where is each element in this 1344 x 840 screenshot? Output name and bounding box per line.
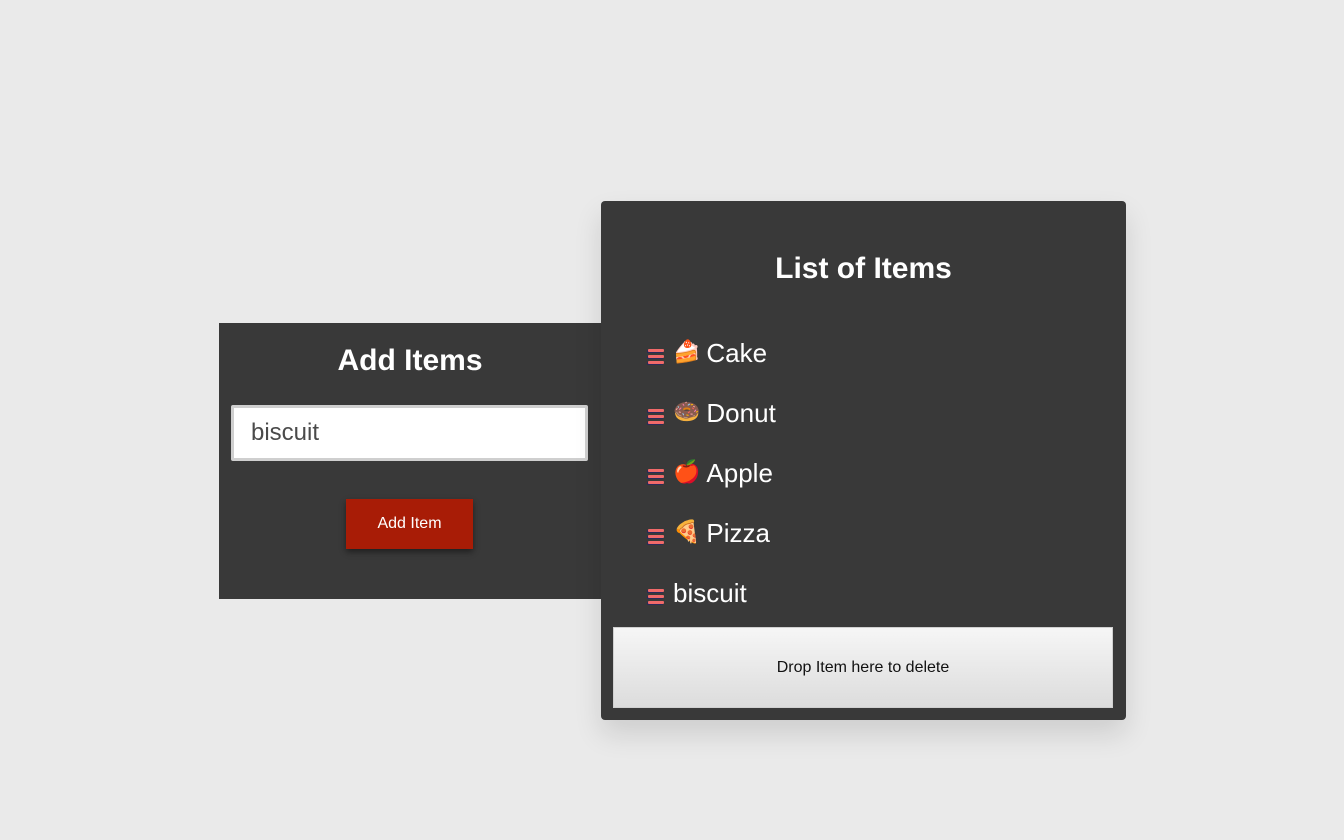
delete-zone-label: Drop Item here to delete — [776, 658, 950, 676]
list-item-label: Donut — [706, 398, 776, 428]
list-item[interactable]: biscuit — [645, 573, 1085, 633]
apple-icon: 🍎 — [673, 460, 701, 485]
list-of-items-panel: List of Items 🍰 Cake 🍩 Donut 🍎 Apple 🍕 P… — [601, 201, 1126, 720]
pizza-icon: 🍕 — [673, 520, 701, 545]
cake-icon: 🍰 — [673, 340, 701, 365]
list-item[interactable]: 🍩 Donut — [645, 393, 1085, 453]
drag-handle-icon[interactable] — [645, 513, 665, 553]
drag-handle-icon[interactable] — [645, 393, 665, 433]
drag-handle-icon[interactable] — [645, 453, 665, 493]
item-input[interactable] — [231, 405, 588, 461]
item-list: 🍰 Cake 🍩 Donut 🍎 Apple 🍕 Pizza biscuit — [645, 333, 1085, 633]
add-items-panel: Add Items Add Item — [219, 323, 601, 599]
list-item-label: Apple — [706, 458, 773, 488]
drag-handle-icon[interactable] — [645, 333, 665, 373]
list-item[interactable]: 🍎 Apple — [645, 453, 1085, 513]
list-item[interactable]: 🍕 Pizza — [645, 513, 1085, 573]
delete-drop-zone[interactable]: Drop Item here to delete — [613, 627, 1113, 708]
list-item-label: Cake — [706, 338, 768, 368]
list-item-label: Pizza — [706, 518, 770, 548]
add-items-title: Add Items — [337, 344, 483, 377]
list-item[interactable]: 🍰 Cake — [645, 333, 1085, 393]
list-title: List of Items — [775, 252, 952, 285]
donut-icon: 🍩 — [673, 400, 701, 425]
drag-handle-icon[interactable] — [645, 573, 665, 613]
add-item-button[interactable]: Add Item — [346, 499, 473, 549]
list-item-label: biscuit — [673, 578, 747, 608]
